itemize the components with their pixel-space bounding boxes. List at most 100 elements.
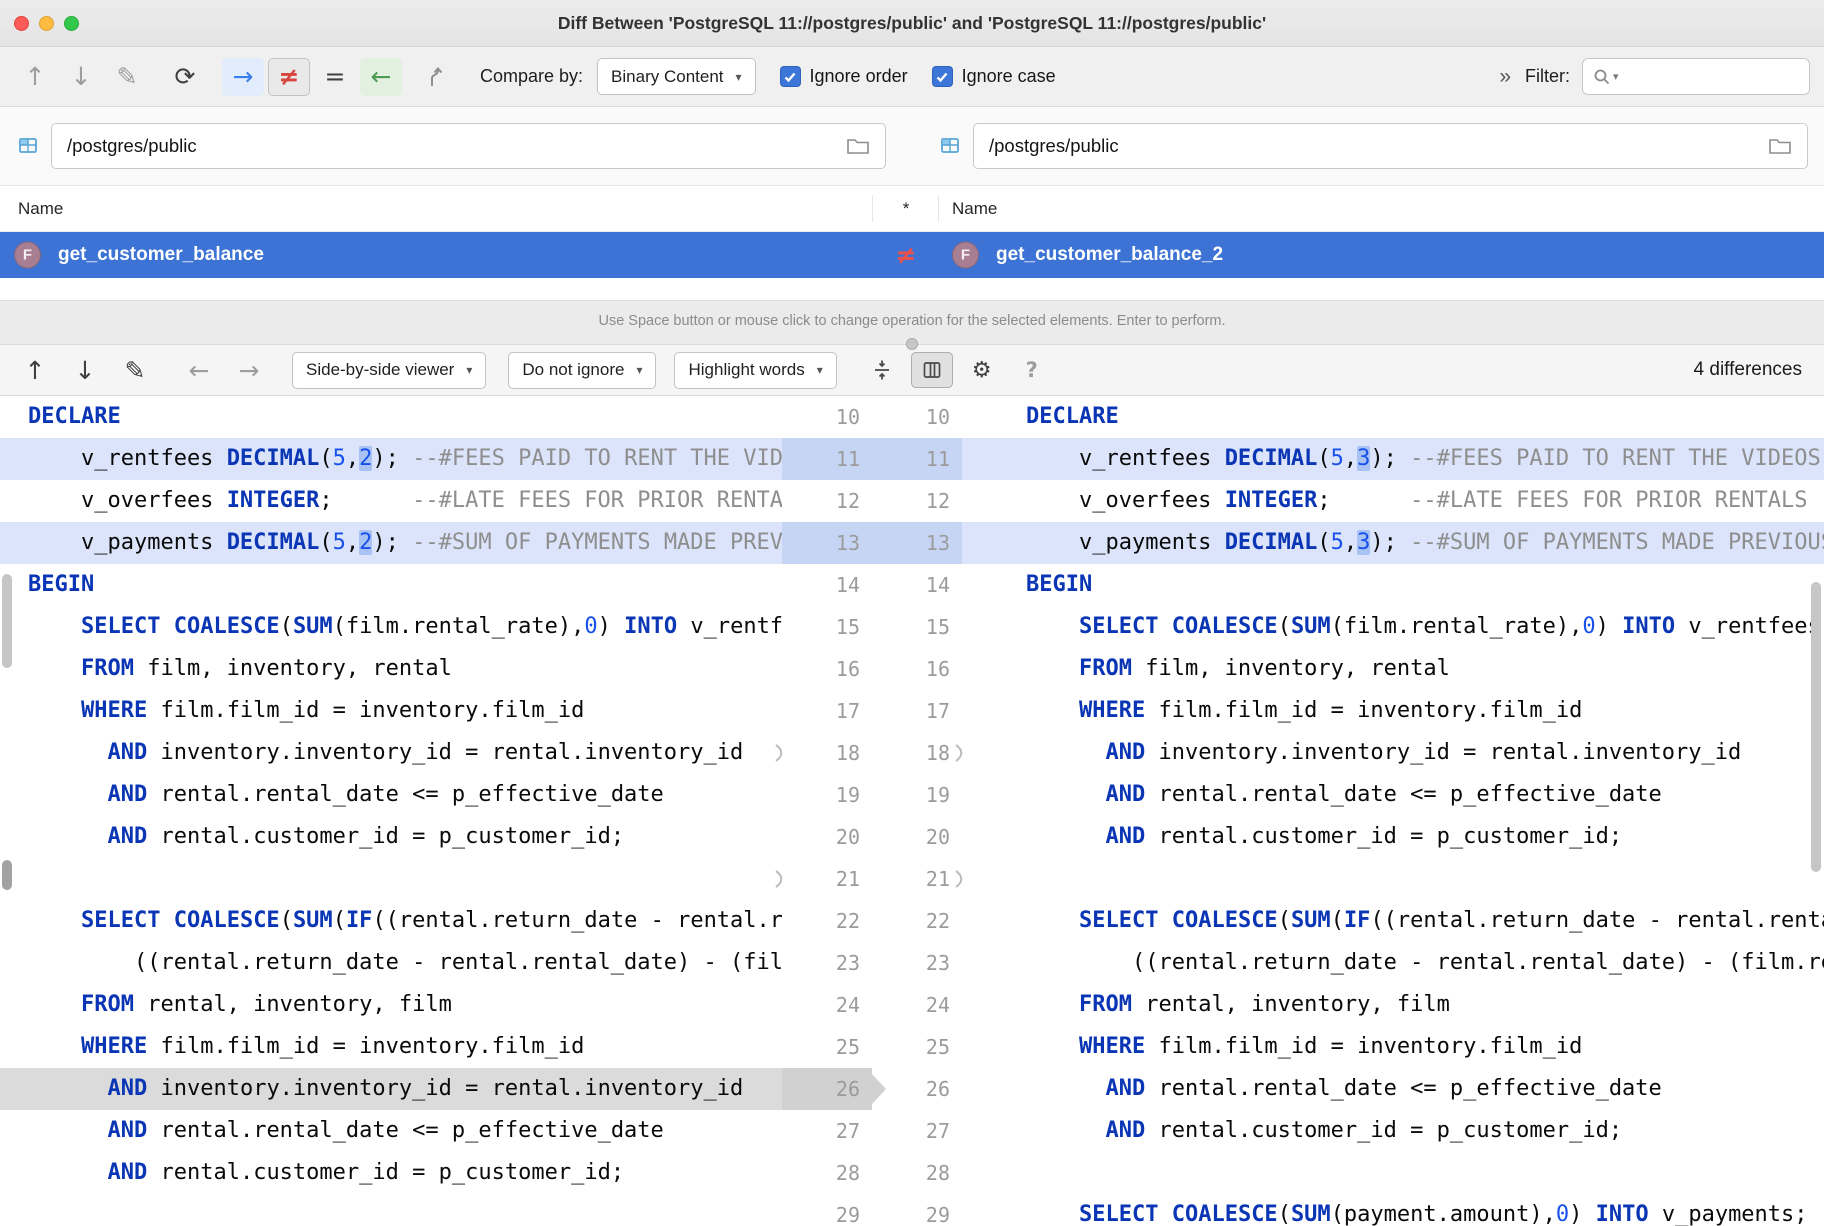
previous-change-button[interactable]: ↑ <box>14 352 56 388</box>
hint-bar: Use Space button or mouse click to chang… <box>0 300 1824 350</box>
right-object-name[interactable]: get_customer_balance_2 <box>996 244 1223 266</box>
chevron-down-icon: ▾ <box>636 363 643 377</box>
left-code-line[interactable] <box>0 1194 782 1226</box>
left-line-number: 25 <box>835 1035 860 1059</box>
next-difference-button[interactable]: ↓ <box>60 58 102 96</box>
left-code-line[interactable]: v_overfees INTEGER; --#LATE FEES FOR PRI… <box>0 480 782 522</box>
right-code-line[interactable]: ((rental.return_date - rental.rental_dat… <box>962 942 1824 984</box>
diff-row-15: SELECT COALESCE(SUM(film.rental_rate),0)… <box>0 606 1824 648</box>
previous-file-button[interactable]: ← <box>178 352 220 388</box>
next-file-button[interactable]: → <box>228 352 270 388</box>
left-line-number: 11 <box>782 438 872 480</box>
right-code-line[interactable]: SELECT COALESCE(SUM(film.rental_rate),0)… <box>962 606 1824 648</box>
jump-to-source-button[interactable]: ✎ <box>114 352 156 388</box>
right-code-line[interactable]: AND rental.customer_id = p_customer_id; <box>962 816 1824 858</box>
right-name-column-header[interactable]: Name <box>952 199 997 219</box>
right-line-number: 17 <box>925 699 950 723</box>
left-code-line[interactable]: AND rental.customer_id = p_customer_id; <box>0 816 782 858</box>
left-arrow-icon: ← <box>188 355 210 385</box>
left-code-line[interactable]: v_rentfees DECIMAL(5,2); --#FEES PAID TO… <box>0 438 782 480</box>
diff-settings-button[interactable]: ⚙ <box>961 352 1003 388</box>
filter-search-input[interactable]: ▾ <box>1582 58 1810 95</box>
folder-icon[interactable] <box>846 136 870 156</box>
right-line-number: 25 <box>925 1035 950 1059</box>
help-button[interactable]: ? <box>1011 352 1053 388</box>
right-code-line[interactable]: WHERE film.film_id = inventory.film_id <box>962 1026 1824 1068</box>
scrollbar-thumb[interactable] <box>1811 582 1821 872</box>
not-equal-status-icon[interactable]: ≠ <box>884 241 928 270</box>
right-code-line[interactable]: SELECT COALESCE(SUM(IF((rental.return_da… <box>962 900 1824 942</box>
left-code-line[interactable]: BEGIN <box>0 564 782 606</box>
left-code-line[interactable] <box>0 858 782 900</box>
right-code-line[interactable]: SELECT COALESCE(SUM(payment.amount),0) I… <box>962 1194 1824 1226</box>
collapse-unchanged-button[interactable] <box>861 352 903 388</box>
splitter-handle[interactable] <box>906 338 918 350</box>
right-code-line[interactable]: AND rental.customer_id = p_customer_id; <box>962 1110 1824 1152</box>
left-code-line[interactable]: WHERE film.film_id = inventory.film_id <box>0 690 782 732</box>
right-code-line[interactable] <box>962 1152 1824 1194</box>
viewer-mode-value: Side-by-side viewer <box>306 360 455 379</box>
right-path-input[interactable]: /postgres/public <box>973 123 1808 169</box>
equal-icon: = <box>324 62 346 91</box>
whitespace-policy-dropdown[interactable]: Do not ignore ▾ <box>508 351 657 389</box>
left-code-line[interactable]: ((rental.return_date - rental.rental_dat… <box>0 942 782 984</box>
toolbar-overflow-chevrons[interactable]: » <box>1499 65 1511 89</box>
right-scrollbar[interactable] <box>1809 396 1824 1226</box>
ignore-order-checkbox[interactable]: Ignore order <box>779 66 908 87</box>
left-code-line[interactable]: AND rental.customer_id = p_customer_id; <box>0 1152 782 1194</box>
left-code-line[interactable]: WHERE film.film_id = inventory.film_id <box>0 1026 782 1068</box>
right-code-line[interactable]: v_payments DECIMAL(5,3); --#SUM OF PAYME… <box>962 522 1824 564</box>
left-object-name[interactable]: get_customer_balance <box>58 244 264 266</box>
highlight-mode-dropdown[interactable]: Highlight words ▾ <box>674 351 837 389</box>
right-code-line[interactable]: AND rental.rental_date <= p_effective_da… <box>962 1068 1824 1110</box>
copy-left-to-right-button[interactable]: → <box>222 57 264 96</box>
merge-button[interactable] <box>416 58 458 96</box>
right-code-line[interactable]: WHERE film.film_id = inventory.film_id <box>962 690 1824 732</box>
folder-icon[interactable] <box>1768 136 1792 156</box>
right-code-line[interactable]: AND inventory.inventory_id = rental.inve… <box>962 732 1824 774</box>
viewer-mode-dropdown[interactable]: Side-by-side viewer ▾ <box>292 351 487 389</box>
selected-table-row[interactable]: F get_customer_balance ≠ F get_customer_… <box>0 232 1824 278</box>
right-line-number: 13 <box>872 522 962 564</box>
edit-source-button[interactable]: ✎ <box>106 58 148 96</box>
previous-difference-button[interactable]: ↑ <box>14 58 56 96</box>
compare-by-dropdown[interactable]: Binary Content ▾ <box>597 58 756 95</box>
right-code-line[interactable]: v_rentfees DECIMAL(5,3); --#FEES PAID TO… <box>962 438 1824 480</box>
left-code-line[interactable]: AND rental.rental_date <= p_effective_da… <box>0 1110 782 1152</box>
next-change-button[interactable]: ↓ <box>64 352 106 388</box>
mark-not-equal-button[interactable]: ≠ <box>268 57 310 96</box>
chevron-down-icon: ▾ <box>735 69 742 84</box>
ignore-case-checkbox[interactable]: Ignore case <box>931 66 1056 87</box>
scrollbar-thumb[interactable] <box>2 574 12 668</box>
right-code-line[interactable]: FROM rental, inventory, film <box>962 984 1824 1026</box>
right-code-line[interactable]: AND rental.rental_date <= p_effective_da… <box>962 774 1824 816</box>
right-code-line[interactable]: DECLARE <box>962 396 1824 438</box>
left-code-line[interactable]: v_payments DECIMAL(5,2); --#SUM OF PAYME… <box>0 522 782 564</box>
left-code-line[interactable]: AND inventory.inventory_id = rental.inve… <box>0 1068 782 1110</box>
left-code-line[interactable]: SELECT COALESCE(SUM(IF((rental.return_da… <box>0 900 782 942</box>
right-code-line[interactable]: BEGIN <box>962 564 1824 606</box>
left-code-line[interactable]: AND inventory.inventory_id = rental.inve… <box>0 732 782 774</box>
left-code-line[interactable]: FROM film, inventory, rental <box>0 648 782 690</box>
diff-row-18: AND inventory.inventory_id = rental.inve… <box>0 732 1824 774</box>
copy-right-to-left-button[interactable]: ← <box>360 57 402 96</box>
status-column-header[interactable]: * <box>884 199 928 219</box>
right-code-line[interactable] <box>962 858 1824 900</box>
left-code-line[interactable]: AND rental.rental_date <= p_effective_da… <box>0 774 782 816</box>
right-code-line[interactable]: FROM film, inventory, rental <box>962 648 1824 690</box>
fold-region-icon[interactable] <box>952 743 966 763</box>
right-code-line[interactable]: v_overfees INTEGER; --#LATE FEES FOR PRI… <box>962 480 1824 522</box>
fold-region-icon[interactable] <box>952 869 966 889</box>
left-code-line[interactable]: SELECT COALESCE(SUM(film.rental_rate),0)… <box>0 606 782 648</box>
synchronize-scrolling-toggle[interactable] <box>910 352 953 388</box>
mark-equal-button[interactable]: = <box>314 58 356 96</box>
right-path-value: /postgres/public <box>989 135 1119 156</box>
left-code-line[interactable]: FROM rental, inventory, film <box>0 984 782 1026</box>
left-name-column-header[interactable]: Name <box>18 199 63 219</box>
left-code-line[interactable]: DECLARE <box>0 396 782 438</box>
left-scrollbar[interactable] <box>0 396 15 1226</box>
fold-region-icon[interactable] <box>772 743 786 763</box>
left-path-input[interactable]: /postgres/public <box>51 123 886 169</box>
fold-region-icon[interactable] <box>772 869 786 889</box>
refresh-button[interactable]: ⟳ <box>164 58 206 96</box>
